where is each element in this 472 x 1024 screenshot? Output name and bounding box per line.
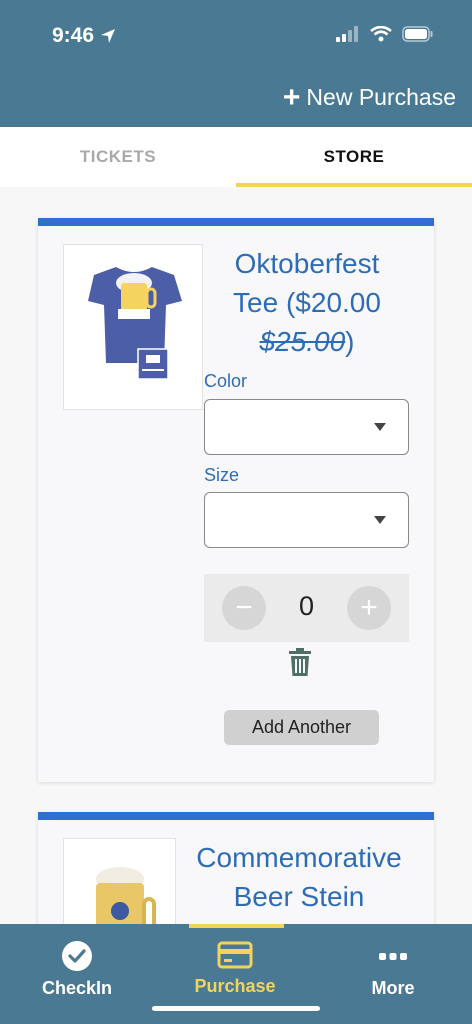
active-tab-indicator: [189, 924, 284, 928]
trash-icon: [289, 648, 311, 676]
battery-icon: [402, 26, 433, 42]
tab-store[interactable]: STORE: [236, 127, 472, 187]
title-suffix: ): [345, 326, 355, 357]
delete-button[interactable]: [289, 648, 311, 681]
card-accent-bar: [38, 812, 434, 820]
clock-text: 9:46: [52, 24, 95, 47]
plus-icon: +: [360, 591, 378, 624]
nav-checkin-label: CheckIn: [41, 978, 113, 998]
product-price: Tee ($20.00: [233, 287, 381, 318]
size-select[interactable]: [204, 492, 409, 548]
color-select[interactable]: [204, 399, 409, 455]
product-title-line2: Beer Stein: [233, 881, 365, 912]
nav-more-label: More: [371, 978, 415, 998]
new-purchase-label: New Purchase: [306, 84, 456, 110]
product-card: Commemorative Beer Stein: [38, 812, 434, 924]
more-dots-icon: [379, 953, 407, 960]
app-header: 9:46 + New Purchase: [0, 0, 472, 127]
credit-card-icon: [217, 941, 253, 969]
product-image: [63, 838, 176, 924]
tab-tickets[interactable]: TICKETS: [0, 127, 236, 187]
nav-more[interactable]: More: [328, 940, 458, 999]
product-title-line1: Oktoberfest: [234, 248, 380, 279]
check-circle-icon: [62, 941, 92, 971]
product-image: [63, 244, 203, 410]
cellular-signal-icon: [336, 26, 358, 42]
card-accent-bar: [38, 218, 434, 226]
product-title: Commemorative Beer Stein: [174, 838, 424, 916]
store-content[interactable]: Oktoberfest Tee ($20.00 $25.00) Color Si…: [0, 187, 472, 924]
nav-checkin[interactable]: CheckIn: [12, 940, 142, 999]
location-arrow-icon: [101, 29, 116, 43]
new-purchase-button[interactable]: + New Purchase: [282, 80, 456, 114]
status-icons: [336, 26, 434, 42]
increment-button[interactable]: +: [347, 586, 391, 630]
product-title: Oktoberfest Tee ($20.00 $25.00): [204, 244, 410, 361]
beer-stein-image: [96, 867, 156, 924]
product-title-line2: Tee ($20.00: [204, 283, 410, 322]
plus-icon: +: [282, 80, 301, 114]
caret-down-icon: [374, 423, 386, 431]
tab-bar: TICKETS STORE: [0, 127, 472, 187]
tshirt-image: [88, 267, 182, 380]
wifi-icon: [370, 26, 392, 42]
nav-purchase-label: Purchase: [194, 976, 276, 996]
home-indicator[interactable]: [152, 1006, 320, 1011]
nav-purchase[interactable]: Purchase: [170, 940, 300, 997]
product-title-line1: Commemorative: [196, 842, 402, 873]
status-time: 9:46: [52, 24, 116, 48]
quantity-stepper: − 0 +: [204, 574, 409, 642]
size-label: Size: [204, 465, 240, 485]
product-card: Oktoberfest Tee ($20.00 $25.00) Color Si…: [38, 218, 434, 782]
original-price: $25.00: [259, 326, 346, 357]
product-title-line3: $25.00): [204, 322, 410, 361]
add-another-button[interactable]: Add Another: [224, 710, 379, 745]
color-label: Color: [204, 371, 248, 391]
caret-down-icon: [374, 516, 386, 524]
